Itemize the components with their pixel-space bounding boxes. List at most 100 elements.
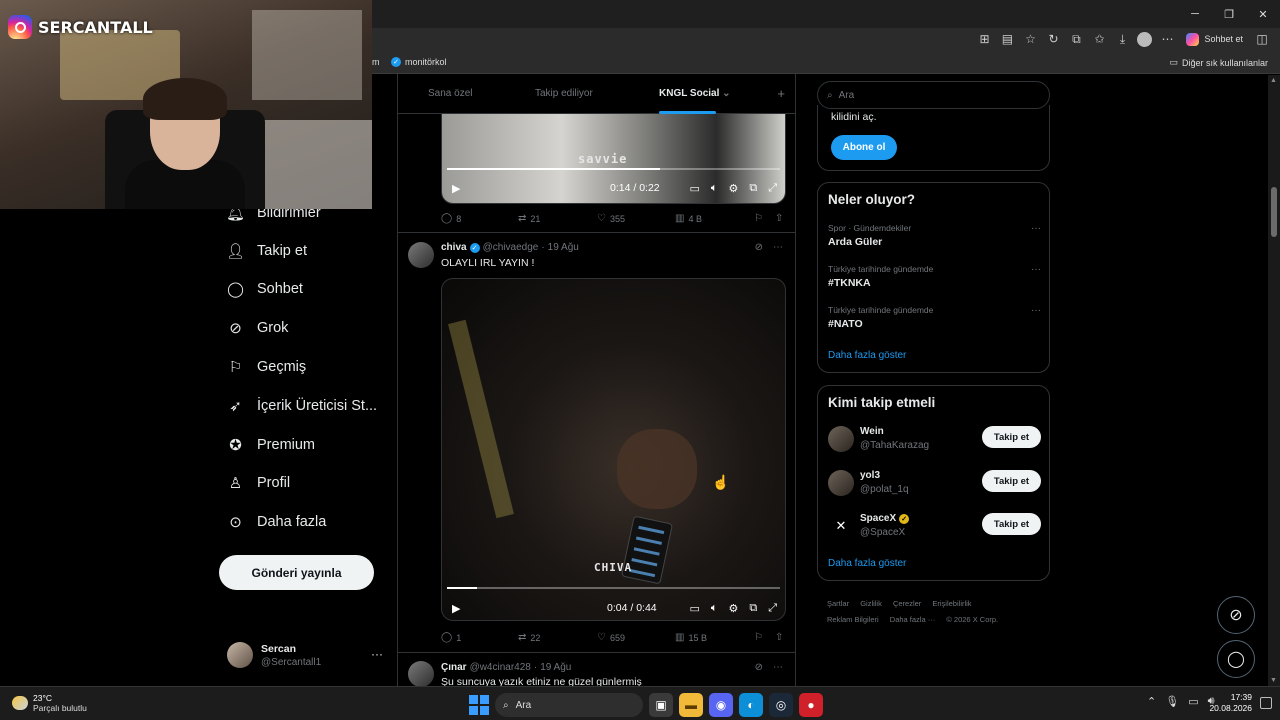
show-more-suggestions-link[interactable]: Daha fazla göster [828,558,906,569]
microphone-icon[interactable]: 🎙︎ [1165,695,1179,708]
author-name[interactable]: Çınar [441,662,467,673]
fullscreen-icon[interactable]: ⤢ [768,182,777,195]
trend-item[interactable]: Türkiye tarihinde gündemde #TKNKA ··· [828,264,1041,289]
steam-icon[interactable]: ◎ [769,693,793,717]
footer-link-more[interactable]: Daha fazla ··· [890,615,935,624]
tab-for-you[interactable]: Sana özel [428,88,472,99]
favorites-icon[interactable]: ✩ [1091,31,1107,47]
volume-icon[interactable]: 🔈︎ [711,602,718,615]
pip-icon[interactable]: ⧉ [749,602,757,615]
scroll-up-icon[interactable]: ▲ [1270,77,1277,84]
start-button[interactable] [469,695,489,715]
volume-icon[interactable]: 🔈︎ [711,182,718,195]
author-name[interactable]: chiva [441,242,467,253]
like-button[interactable]: ♡ 355 [597,213,625,224]
bookmark-button[interactable]: ⚐ [754,632,763,643]
discord-icon[interactable]: ◉ [709,693,733,717]
footer-link-accessibility[interactable]: Erişilebilirlik [932,599,971,608]
nav-item-grok[interactable]: ⊘ Grok [227,313,288,343]
post-date[interactable]: 19 Ağu [548,242,579,253]
play-icon[interactable]: ▶ [452,602,460,615]
follow-button[interactable]: Takip et [982,426,1041,448]
author-handle[interactable]: @chivaedge [483,242,539,253]
follow-suggestion[interactable]: ✕ SpaceX ✓ @SpaceX Takip et [828,511,1041,541]
video-player[interactable]: savvie ▶ 0:14 / 0:22 ▭ 🔈︎ ⚙ ⧉ ⤢ [441,112,786,204]
repost-button[interactable]: ⇄ 21 [518,213,540,224]
nav-item-premium[interactable]: ✪ Premium [227,430,315,460]
reading-view-icon[interactable]: ▤ [999,31,1015,47]
pip-icon[interactable]: ⧉ [749,182,757,195]
footer-link-ads-info[interactable]: Reklam Bilgileri [827,615,879,624]
edge-browser-icon[interactable]: ◐ [739,693,763,717]
favorite-star-icon[interactable]: ☆ [1022,31,1038,47]
nav-item-more[interactable]: ⊙ Daha fazla [227,507,326,537]
minimize-button[interactable]: ─ [1178,0,1212,28]
subscribe-button[interactable]: Abone ol [831,135,897,160]
post-button[interactable]: Gönderi yayınla [219,555,374,590]
tab-kngl-social[interactable]: KNGL Social ⌄ [659,88,731,99]
bookmark-button[interactable]: ⚐ [754,213,763,224]
streaming-app-icon[interactable]: ● [799,693,823,717]
follow-button[interactable]: Takip et [982,470,1041,492]
repost-button[interactable]: ⇄ 22 [518,632,540,643]
display-icon[interactable]: ▭ [1188,695,1198,708]
tab-following[interactable]: Takip ediliyor [535,88,593,99]
close-button[interactable]: ✕ [1246,0,1280,28]
video-player[interactable]: CHIVA ▶ 0:04 / 0:44 ▭ 🔈︎ ⚙ ⧉ ⤢ [441,278,786,621]
video-progress-bar[interactable] [447,587,780,589]
play-icon[interactable]: ▶ [452,182,460,195]
avatar[interactable] [408,242,434,268]
extensions-icon[interactable]: ⧉ [1068,31,1084,47]
follow-suggestion[interactable]: Wein @TahaKarazag Takip et [828,424,1041,454]
avatar[interactable] [408,661,434,686]
more-icon[interactable]: ⋯ [773,242,783,253]
more-icon[interactable]: ··· [1031,305,1041,316]
notification-center-icon[interactable] [1260,697,1272,709]
settings-icon[interactable]: ⚙ [728,182,738,195]
chevron-up-icon[interactable]: ⌃ [1147,695,1156,708]
trend-item[interactable]: Türkiye tarihinde gündemde #NATO ··· [828,305,1041,330]
more-icon[interactable]: ⋯ [773,662,783,673]
messages-fab-button[interactable]: ◯ [1217,640,1255,678]
captions-icon[interactable]: ▭ [689,182,699,195]
search-input[interactable]: ⌕ Ara [817,81,1050,109]
split-screen-icon[interactable]: ⊞ [976,31,992,47]
fullscreen-icon[interactable]: ⤢ [768,602,777,615]
more-icon[interactable]: ⋯ [1159,31,1175,47]
download-icon[interactable]: ⤓ [1114,31,1130,47]
share-button[interactable]: ⇧ [775,213,783,224]
grok-icon[interactable]: ⊘ [755,242,763,253]
views-button[interactable]: ▥ 15 B [675,632,707,643]
reply-button[interactable]: ◯ 8 [441,213,461,224]
show-more-trends-link[interactable]: Daha fazla göster [828,350,906,361]
more-icon[interactable]: ··· [1031,223,1041,234]
profile-avatar[interactable] [1137,31,1153,47]
sidebar-toggle-icon[interactable]: ◫ [1254,31,1270,47]
follow-suggestion[interactable]: yol3 @polat_1q Takip et [828,468,1041,498]
footer-link-cookies[interactable]: Çerezler [893,599,921,608]
favorite-item[interactable]: m [372,57,380,67]
taskbar-search[interactable]: ⌕ Ara [495,693,643,717]
other-favorites[interactable]: ▭ Diğer sık kullanılanlar [1169,57,1268,68]
footer-link-terms[interactable]: Şartlar [827,599,849,608]
clock[interactable]: 17:39 20.08.2026 [1209,692,1252,714]
share-button[interactable]: ⇧ [775,632,783,643]
nav-item-chat[interactable]: ◯ Sohbet [227,274,303,304]
more-icon[interactable]: ··· [371,647,383,661]
grok-fab-button[interactable]: ⊘ [1217,596,1255,634]
author-handle[interactable]: @w4cinar428 [470,662,531,673]
views-button[interactable]: ▥ 4 B [675,213,702,224]
grok-icon[interactable]: ⊘ [755,662,763,673]
nav-item-creator-studio[interactable]: ➶ İçerik Üreticisi St... [227,391,377,421]
footer-link-privacy[interactable]: Gizlilik [860,599,882,608]
nav-item-follow[interactable]: 👤︎ Takip et [226,236,307,266]
scroll-down-icon[interactable]: ▼ [1270,677,1277,684]
nav-item-profile[interactable]: ♙ Profil [227,468,290,498]
trend-item[interactable]: Spor · Gündemdekiler Arda Güler ··· [828,223,1041,248]
reply-button[interactable]: ◯ 1 [441,632,461,643]
file-explorer-icon[interactable]: ▬ [679,693,703,717]
follow-button[interactable]: Takip et [982,513,1041,535]
captions-icon[interactable]: ▭ [689,602,699,615]
favorite-item-monitorkol[interactable]: ✓ monitörkol [391,57,447,67]
scrollbar[interactable]: ▲ ▼ [1268,75,1280,686]
